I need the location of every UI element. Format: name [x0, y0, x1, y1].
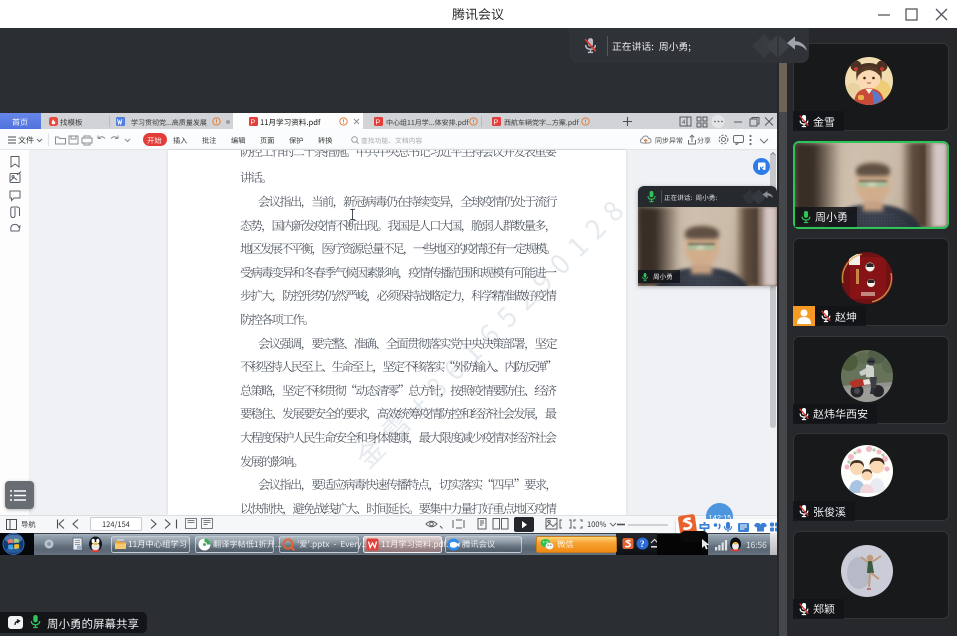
svg-text:?: ? — [640, 539, 645, 549]
svg-text:4: 4 — [682, 119, 686, 126]
svg-text:P: P — [494, 119, 499, 126]
svg-text:P: P — [251, 119, 256, 126]
svg-text:P: P — [376, 119, 381, 126]
